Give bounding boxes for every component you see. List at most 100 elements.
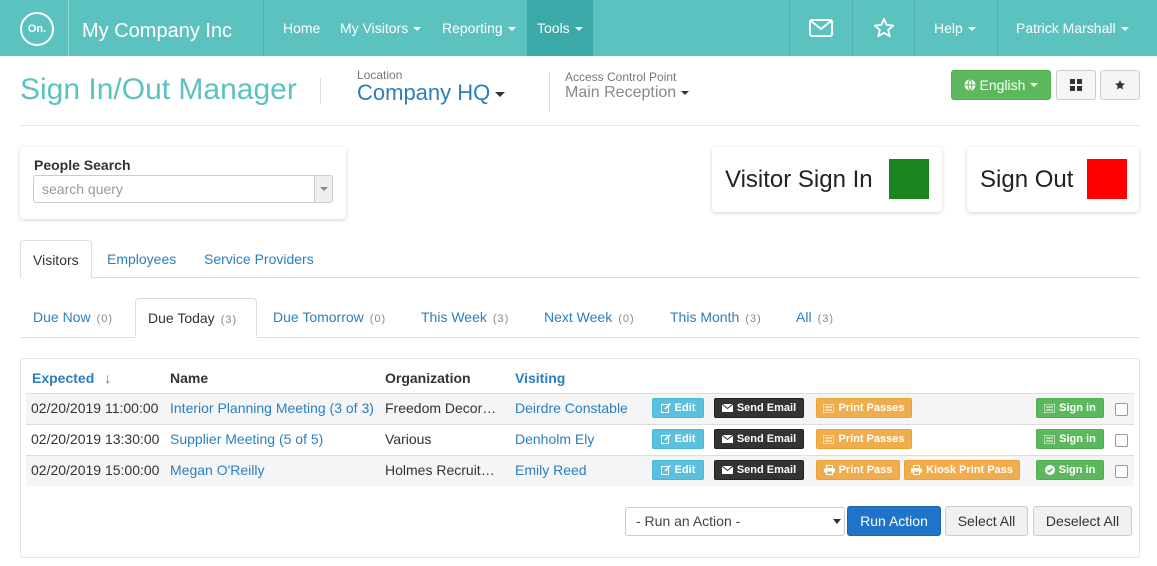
- list-icon: [823, 434, 835, 444]
- kiosk-print-pass-button[interactable]: Kiosk Print Pass: [904, 460, 1020, 480]
- row-expected: 02/20/2019 13:30:00: [31, 431, 160, 447]
- people-search-card: People Search: [20, 147, 346, 219]
- caret-down-icon: [507, 27, 516, 32]
- row-organization: Various: [385, 431, 432, 447]
- envelope-icon: [721, 466, 733, 474]
- send-email-button[interactable]: Send Email: [714, 429, 804, 449]
- row-name-link[interactable]: Megan O'Reilly: [170, 462, 265, 478]
- row-organization: Freedom Decorators: [385, 400, 497, 416]
- company-logo[interactable]: On.: [20, 12, 54, 46]
- edit-button[interactable]: Edit: [652, 429, 704, 449]
- send-email-button[interactable]: Send Email: [714, 398, 804, 418]
- run-action-button[interactable]: Run Action: [847, 506, 941, 536]
- nav-separator: [997, 0, 998, 56]
- tab-next-week[interactable]: Next Week (0): [544, 309, 635, 325]
- edit-icon: [660, 434, 671, 444]
- row-checkbox[interactable]: [1115, 403, 1128, 416]
- send-email-button[interactable]: Send Email: [714, 460, 804, 480]
- edit-button[interactable]: Edit: [652, 460, 704, 480]
- tab-visitors[interactable]: Visitors: [20, 240, 92, 278]
- row-name-link[interactable]: Supplier Meeting (5 of 5): [170, 431, 323, 447]
- tab-all[interactable]: All (3): [796, 309, 834, 325]
- sort-descending-icon: ↓: [104, 370, 112, 386]
- row-expected: 02/20/2019 15:00:00: [31, 462, 160, 478]
- print-passes-button[interactable]: Print Passes: [816, 398, 912, 418]
- messages-button[interactable]: [790, 0, 852, 56]
- sign-in-button[interactable]: Sign in: [1036, 398, 1104, 418]
- row-checkbox[interactable]: [1115, 465, 1128, 478]
- people-search-label: People Search: [34, 157, 131, 173]
- company-name[interactable]: My Company Inc: [82, 19, 232, 43]
- caret-down-icon: [413, 27, 422, 32]
- tab-due-tomorrow[interactable]: Due Tomorrow (0): [273, 309, 386, 325]
- tab-this-month[interactable]: This Month (3): [670, 309, 762, 325]
- edit-button[interactable]: Edit: [652, 398, 704, 418]
- row-name-link[interactable]: Interior Planning Meeting (3 of 3): [170, 400, 374, 416]
- select-all-button[interactable]: Select All: [945, 506, 1028, 536]
- sign-in-button[interactable]: Sign in: [1036, 429, 1104, 449]
- nav-tools[interactable]: Tools: [527, 0, 593, 56]
- column-header-expected[interactable]: Expected ↓: [32, 370, 111, 386]
- sign-out-label: Sign Out: [980, 166, 1074, 193]
- nav-home[interactable]: Home: [283, 0, 320, 56]
- row-visiting-link[interactable]: Emily Reed: [515, 462, 587, 478]
- tab-service-providers[interactable]: Service Providers: [204, 251, 314, 267]
- row-expected: 02/20/2019 11:00:00: [31, 400, 159, 416]
- header-divider: [320, 78, 321, 104]
- row-visiting-link[interactable]: Denholm Ely: [515, 431, 594, 447]
- edit-icon: [660, 465, 671, 475]
- envelope-icon: [721, 404, 733, 412]
- sign-in-button[interactable]: Sign in: [1036, 460, 1104, 480]
- nav-separator: [914, 0, 915, 56]
- tab-due-today[interactable]: Due Today (3): [135, 298, 257, 338]
- caret-down-icon: [681, 90, 690, 95]
- tab-due-now[interactable]: Due Now (0): [33, 309, 113, 325]
- tab-employees[interactable]: Employees: [107, 251, 176, 267]
- caret-down-icon: [967, 27, 976, 32]
- tab-this-week[interactable]: This Week (3): [421, 309, 509, 325]
- header-divider: [549, 72, 550, 112]
- edit-icon: [660, 403, 671, 413]
- sign-in-swatch: [889, 159, 929, 199]
- search-dropdown-toggle[interactable]: [314, 176, 332, 202]
- print-passes-button[interactable]: Print Passes: [816, 429, 912, 449]
- nav-separator: [263, 0, 264, 56]
- column-header-name: Name: [170, 370, 209, 386]
- deselect-all-button[interactable]: Deselect All: [1033, 506, 1132, 536]
- top-navbar: On. My Company Inc Home My Visitors Repo…: [0, 0, 1157, 56]
- people-search-input[interactable]: [33, 175, 333, 203]
- envelope-icon: [721, 435, 733, 443]
- access-control-point-selector[interactable]: Main Reception: [565, 84, 690, 102]
- language-button[interactable]: English: [951, 70, 1051, 100]
- caret-down-icon: [833, 519, 841, 524]
- row-checkbox[interactable]: [1115, 434, 1128, 447]
- envelope-icon: [809, 19, 833, 37]
- caret-down-icon: [574, 27, 583, 32]
- access-control-point-label: Access Control Point: [565, 70, 677, 84]
- brand-separator: [68, 0, 69, 56]
- row-visiting-link[interactable]: Deirdre Constable: [515, 400, 628, 416]
- column-header-visiting[interactable]: Visiting: [515, 370, 565, 386]
- location-selector[interactable]: Company HQ: [357, 80, 506, 106]
- favorites-button[interactable]: [853, 0, 915, 56]
- sign-out-card[interactable]: Sign Out: [967, 147, 1139, 212]
- star-icon: [1115, 80, 1125, 90]
- run-action-select[interactable]: - Run an Action -: [625, 507, 845, 536]
- nav-help[interactable]: Help: [934, 0, 976, 56]
- dashboard-grid-button[interactable]: [1056, 70, 1096, 100]
- caret-down-icon: [1030, 83, 1039, 87]
- printer-icon: [823, 465, 835, 475]
- visitor-sign-in-label: Visitor Sign In: [725, 166, 873, 193]
- nav-reporting[interactable]: Reporting: [442, 0, 516, 56]
- page-title: Sign In/Out Manager: [20, 73, 297, 106]
- list-icon: [1044, 403, 1056, 413]
- printer-icon: [911, 465, 923, 475]
- print-pass-button[interactable]: Print Pass: [816, 460, 900, 480]
- column-header-organization: Organization: [385, 370, 471, 386]
- favorite-star-button[interactable]: [1100, 70, 1140, 100]
- visitor-sign-in-card[interactable]: Visitor Sign In: [712, 147, 942, 212]
- star-outline-icon: [873, 17, 895, 38]
- nav-my-visitors[interactable]: My Visitors: [340, 0, 422, 56]
- nav-user-menu[interactable]: Patrick Marshall: [1016, 0, 1129, 56]
- caret-down-icon: [319, 187, 328, 191]
